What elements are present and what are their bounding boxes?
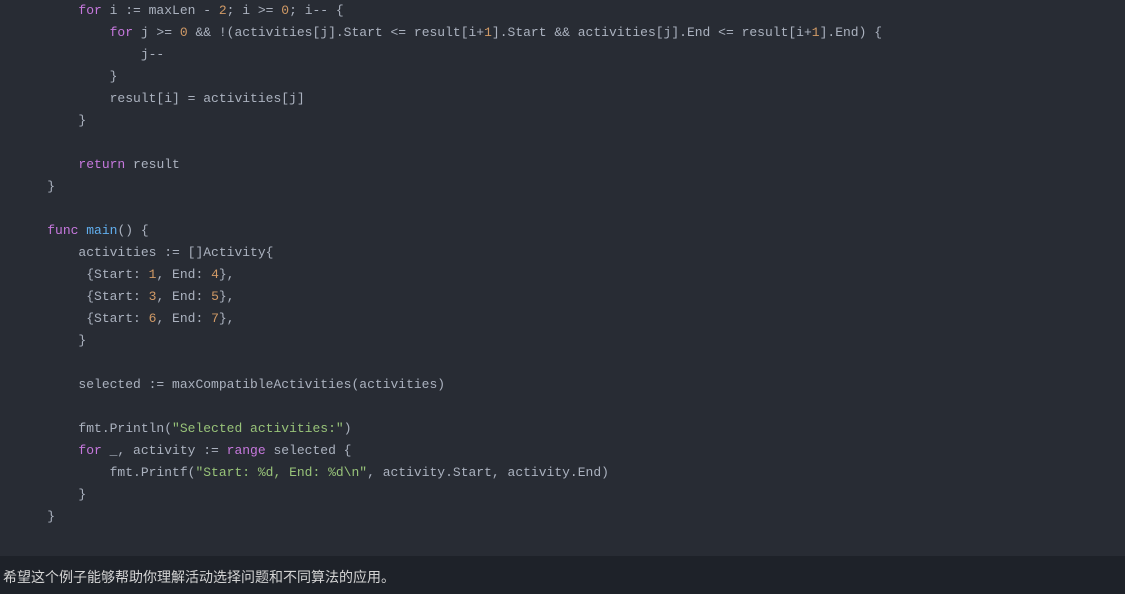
- code-line: for j >= 0 && !(activities[j].Start <= r…: [16, 22, 1109, 44]
- code-content: for i := maxLen - 2; i >= 0; i-- { for j…: [0, 0, 1125, 528]
- code-line: }: [16, 506, 1109, 528]
- code-line: return result: [16, 154, 1109, 176]
- code-line: for i := maxLen - 2; i >= 0; i-- {: [16, 0, 1109, 22]
- code-line: [16, 352, 1109, 374]
- code-line: [16, 396, 1109, 418]
- code-line: {Start: 3, End: 5},: [16, 286, 1109, 308]
- footer-message: 希望这个例子能够帮助你理解活动选择问题和不同算法的应用。: [3, 569, 395, 585]
- code-line: [16, 198, 1109, 220]
- code-line: [16, 132, 1109, 154]
- code-line: }: [16, 110, 1109, 132]
- code-line: activities := []Activity{: [16, 242, 1109, 264]
- code-block: for i := maxLen - 2; i >= 0; i-- { for j…: [0, 0, 1125, 556]
- code-line: func main() {: [16, 220, 1109, 242]
- code-line: for _, activity := range selected {: [16, 440, 1109, 462]
- code-line: }: [16, 66, 1109, 88]
- code-line: {Start: 1, End: 4},: [16, 264, 1109, 286]
- code-line: j--: [16, 44, 1109, 66]
- code-line: {Start: 6, End: 7},: [16, 308, 1109, 330]
- code-line: }: [16, 484, 1109, 506]
- code-line: }: [16, 176, 1109, 198]
- code-line: fmt.Println("Selected activities:"): [16, 418, 1109, 440]
- code-line: }: [16, 330, 1109, 352]
- code-line: result[i] = activities[j]: [16, 88, 1109, 110]
- code-line: fmt.Printf("Start: %d, End: %d\n", activ…: [16, 462, 1109, 484]
- code-line: selected := maxCompatibleActivities(acti…: [16, 374, 1109, 396]
- footer-text: 希望这个例子能够帮助你理解活动选择问题和不同算法的应用。: [0, 556, 1125, 594]
